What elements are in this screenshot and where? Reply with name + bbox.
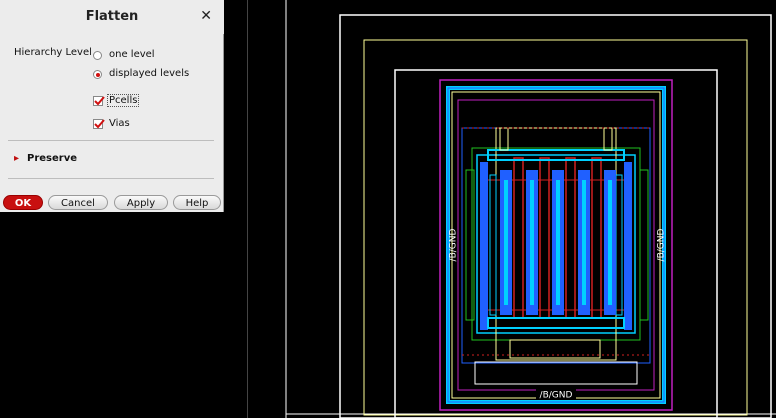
ok-button[interactable]: OK [3, 195, 43, 210]
pcells-checkbox[interactable] [93, 96, 105, 106]
displayed-levels-label[interactable]: displayed levels [109, 68, 189, 79]
check-icon [94, 119, 105, 129]
help-button[interactable]: Help [173, 195, 221, 210]
layout-canvas[interactable]: /B/GND /B/GND /B/GND [247, 0, 776, 418]
cancel-button[interactable]: Cancel [48, 195, 108, 210]
svg-text:/B/GND: /B/GND [657, 229, 667, 262]
net-label-right: /B/GND [657, 229, 667, 262]
hierarchy-level-label: Hierarchy Level [14, 47, 92, 58]
divider [8, 140, 214, 141]
one-level-radio[interactable] [93, 51, 102, 60]
net-label-left: /B/GND [449, 229, 459, 262]
layout-drawing: /B/GND /B/GND /B/GND [247, 0, 776, 418]
one-level-label[interactable]: one level [109, 49, 155, 60]
net-label-bottom: /B/GND [540, 391, 573, 401]
close-icon[interactable]: ✕ [200, 8, 212, 24]
vias-checkbox[interactable] [93, 119, 105, 129]
preserve-expand-icon[interactable]: ▸ [14, 153, 19, 164]
check-icon [94, 96, 105, 106]
pcells-label[interactable]: Pcells [107, 94, 140, 107]
vias-label[interactable]: Vias [109, 118, 130, 129]
dialog-titlebar: Flatten ✕ [0, 0, 224, 34]
displayed-levels-radio[interactable] [93, 70, 102, 79]
transistor-fingers [500, 157, 616, 319]
flatten-dialog: Flatten ✕ Hierarchy Level one level disp… [0, 0, 224, 212]
preserve-label[interactable]: Preserve [27, 153, 77, 164]
apply-button[interactable]: Apply [114, 195, 168, 210]
dialog-title: Flatten [85, 9, 139, 24]
svg-text:/B/GND: /B/GND [449, 229, 459, 262]
divider [8, 178, 214, 179]
